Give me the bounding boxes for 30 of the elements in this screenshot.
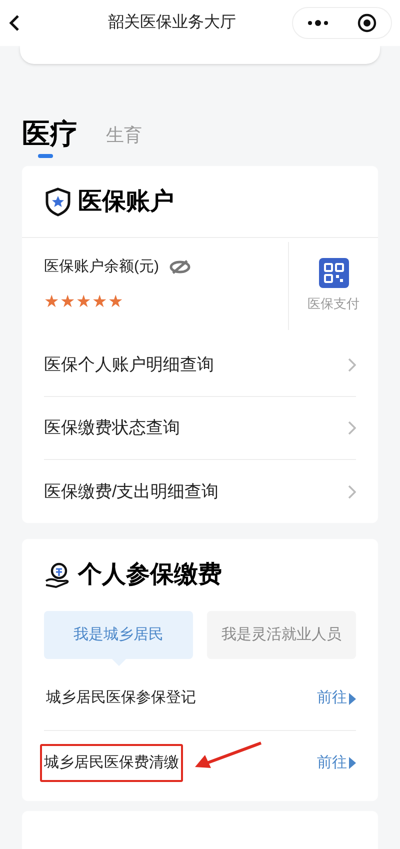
tab[interactable]: 生育 [106,126,142,144]
more-icon[interactable] [307,19,329,27]
service-name: 城乡居民医保费清缴 [40,744,183,782]
hidden-eye-icon[interactable] [169,260,191,274]
balance-label: 医保账户余额(元) [44,257,159,277]
window-title: 韶关医保业务大厅 [107,12,237,33]
shield-icon [44,186,72,216]
go-link[interactable]: 前往 [317,752,356,774]
segment-option[interactable]: 我是灵活就业人员 [207,611,356,659]
menu-item[interactable]: 医保缴费状态查询 [44,397,356,460]
segment-option[interactable]: 我是城乡居民 [44,611,193,659]
tab[interactable]: 医疗 [22,120,78,148]
menu-item[interactable]: 医保缴费/支出明细查询 [44,460,356,523]
chevron-right-icon [348,358,356,372]
caret-right-icon [349,692,356,704]
chevron-right-icon [348,421,356,435]
qr-code-icon[interactable] [318,258,348,288]
pay-label[interactable]: 医保支付 [308,294,360,314]
go-link[interactable]: 前往 [317,687,356,710]
menu-item[interactable]: 医保个人账户明细查询 [44,334,356,397]
back-icon[interactable] [8,14,22,32]
chevron-right-icon [348,484,356,498]
service-name: 城乡居民医保参保登记 [45,688,197,708]
caret-right-icon [349,757,356,769]
tab-indicator [38,154,53,158]
card-title: 个人参保缴费 [78,560,222,590]
annotation-arrow [193,741,263,771]
card-title: 医保账户 [78,186,174,216]
record-icon[interactable] [357,13,377,33]
balance-value: ★★★★★ [44,290,125,312]
